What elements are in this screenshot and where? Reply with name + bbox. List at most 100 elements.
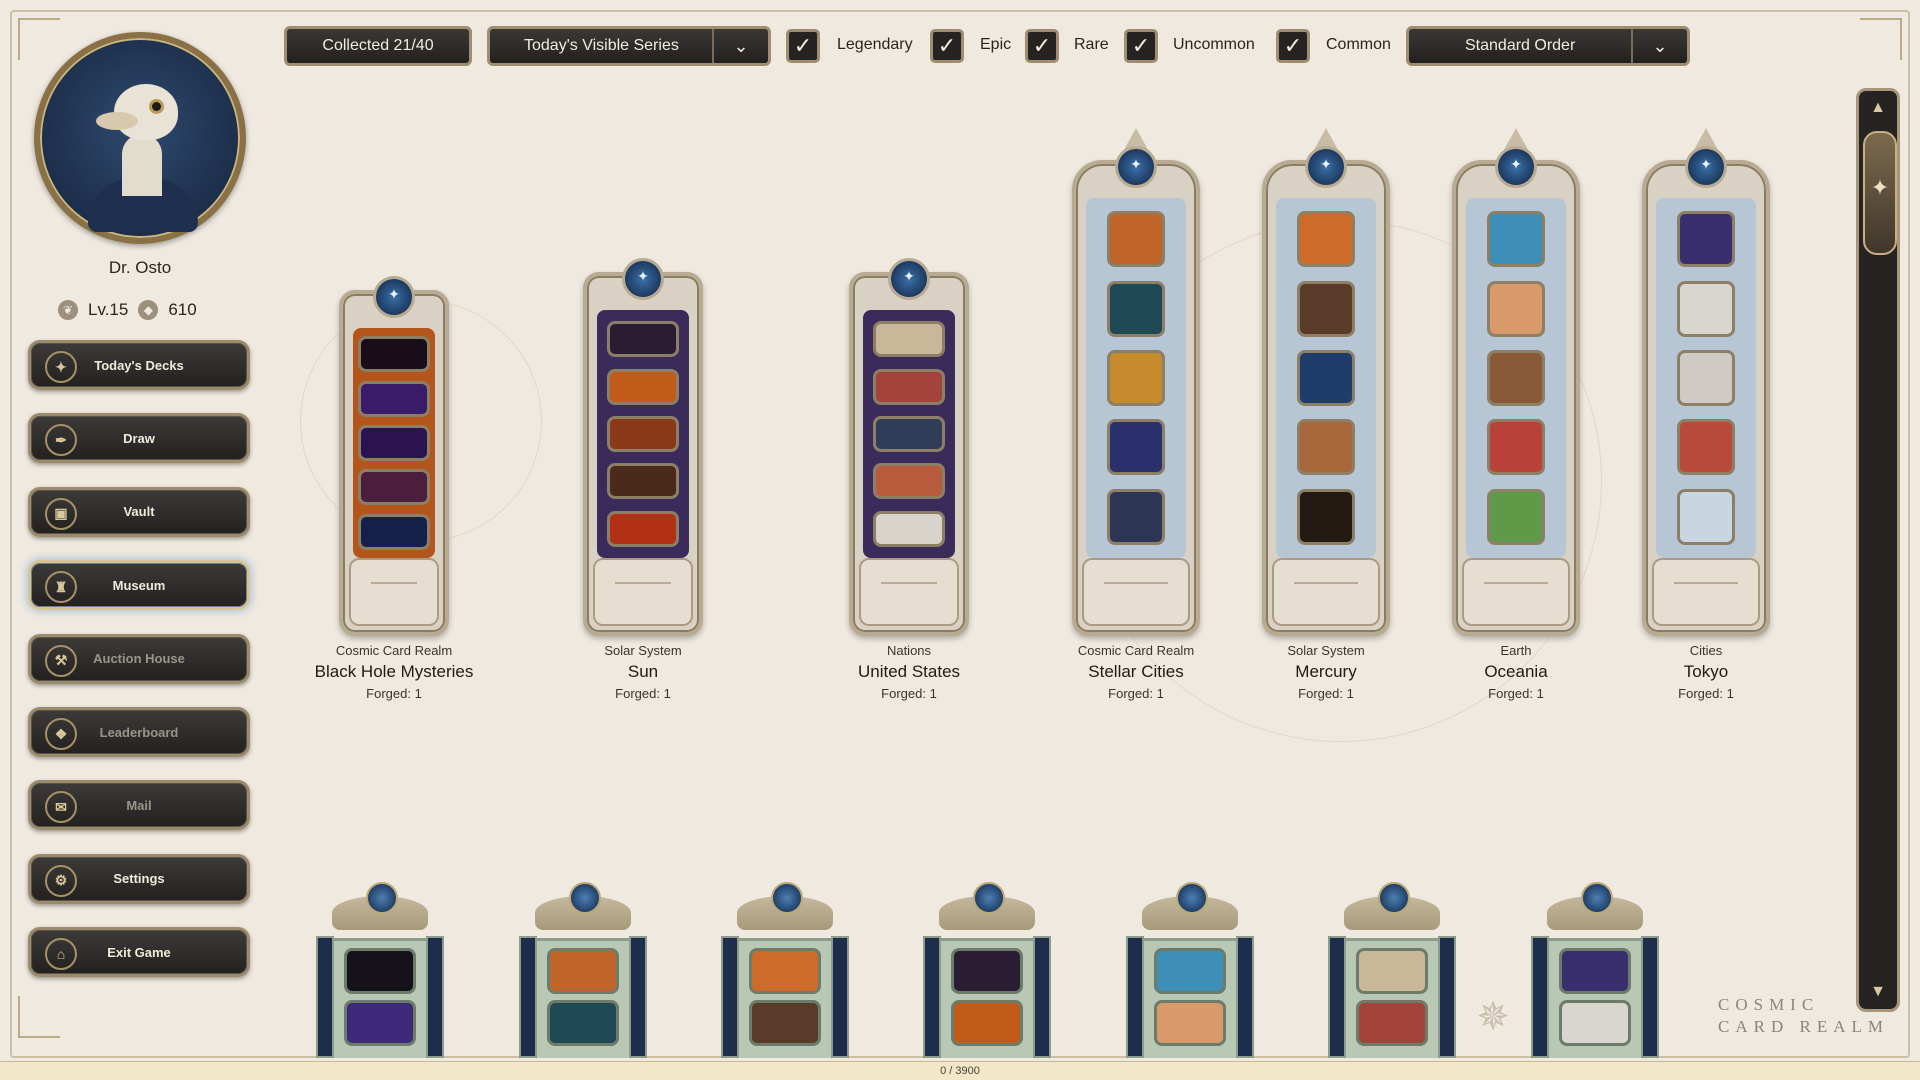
card-thumbnail[interactable] (1487, 350, 1545, 406)
card-thumbnail[interactable] (1487, 280, 1545, 337)
card-thumbnail[interactable] (1356, 1000, 1428, 1046)
deck-shrine[interactable] (1124, 878, 1256, 1058)
chevron-down-icon: ⌄ (1631, 29, 1687, 63)
card-thumbnail[interactable] (873, 510, 945, 547)
nav-button-auction-house[interactable]: ⚒ Auction House (28, 633, 250, 684)
card-thumbnail[interactable] (873, 416, 945, 452)
card-thumbnail[interactable] (1107, 211, 1165, 268)
nav-button-label: Vault (123, 504, 155, 520)
deck-shrine[interactable] (314, 878, 446, 1058)
deck-frame: ✦ (583, 258, 703, 636)
nav-button-today-s-decks[interactable]: ✦ Today's Decks (28, 340, 250, 390)
card-thumbnail[interactable] (1107, 280, 1165, 337)
card-thumbnail[interactable] (951, 1000, 1023, 1046)
deck-card[interactable]: ✦ (1072, 128, 1200, 636)
deck-card[interactable]: ✦ (849, 258, 969, 636)
player-stats: ❦ Lv.15 ◆ 610 (58, 296, 258, 324)
deck-shrine[interactable] (517, 878, 649, 1058)
deck-card[interactable]: ✦ (339, 276, 449, 636)
nav-button-settings[interactable]: ⚙ Settings (28, 853, 250, 904)
deck-card[interactable]: ✦ (1452, 128, 1580, 636)
card-thumbnail[interactable] (1297, 419, 1355, 476)
card-thumbnail[interactable] (873, 368, 945, 405)
card-thumbnail[interactable] (358, 513, 430, 550)
card-thumbnail[interactable] (1297, 211, 1355, 268)
card-thumbnail[interactable] (607, 368, 679, 405)
card-thumbnail[interactable] (344, 1000, 416, 1046)
deck-card[interactable]: ✦ (1642, 128, 1770, 636)
deck-forged: Forged: 1 (1298, 686, 1354, 701)
deck-card[interactable]: ✦ (1262, 128, 1390, 636)
card-thumbnail[interactable] (1487, 211, 1545, 268)
card-thumbnail[interactable] (1356, 948, 1428, 994)
card-thumbnail[interactable] (1559, 1000, 1631, 1046)
card-thumbnail[interactable] (607, 321, 679, 358)
card-thumbnail[interactable] (1297, 350, 1355, 406)
nav-button-vault[interactable]: ▣ Vault (28, 486, 250, 537)
card-thumbnail[interactable] (1107, 350, 1165, 406)
card-thumbnail[interactable] (358, 336, 430, 373)
vertical-scrollbar[interactable]: ▲ ✦ ▼ (1856, 88, 1900, 1012)
card-thumbnail[interactable] (1107, 419, 1165, 476)
card-thumbnail[interactable] (1154, 1000, 1226, 1046)
card-thumbnail[interactable] (344, 948, 416, 994)
nav-button-label: Today's Decks (94, 357, 184, 373)
deck-card[interactable]: ✦ (583, 258, 703, 636)
card-thumbnail[interactable] (873, 463, 945, 500)
deck-shrine[interactable] (1326, 878, 1458, 1058)
card-thumbnail[interactable] (607, 463, 679, 500)
card-thumbnail[interactable] (1487, 419, 1545, 476)
card-thumbnail[interactable] (873, 321, 945, 358)
deck-caption: Cities Tokyo Forged: 1 (1596, 643, 1816, 701)
card-thumbnail[interactable] (1677, 211, 1735, 268)
player-name: Dr. Osto (108, 258, 172, 277)
nav-button-museum[interactable]: ♜ Museum (28, 560, 250, 611)
uncommon-checkbox[interactable]: ✓ (1124, 29, 1158, 63)
card-thumbnail[interactable] (1297, 280, 1355, 337)
card-thumbnail[interactable] (547, 948, 619, 994)
envelope-icon: ✉ (45, 791, 77, 824)
compass-star-icon: ✦ (1115, 146, 1157, 188)
deck-shrine[interactable] (1529, 878, 1661, 1058)
card-thumbnail[interactable] (607, 416, 679, 452)
compass-star-icon: ✦ (1870, 175, 1890, 200)
card-thumbnail[interactable] (749, 1000, 821, 1046)
nav-button-draw[interactable]: ✒ Draw (28, 413, 250, 464)
card-thumbnail[interactable] (1559, 948, 1631, 994)
card-thumbnail[interactable] (358, 469, 430, 506)
corner-ornament (18, 18, 60, 60)
shrine-pillar (1126, 936, 1144, 1058)
shrine-pillar (316, 936, 334, 1058)
card-thumbnail[interactable] (1677, 280, 1735, 337)
deck-forged: Forged: 1 (615, 686, 671, 701)
card-thumbnail[interactable] (547, 1000, 619, 1046)
sort-order-dropdown[interactable]: Standard Order ⌄ (1406, 26, 1690, 66)
deck-shrine[interactable] (719, 878, 851, 1058)
card-thumbnail[interactable] (1677, 419, 1735, 476)
deck-forged: Forged: 1 (1488, 686, 1544, 701)
card-thumbnail[interactable] (1677, 488, 1735, 545)
card-thumbnail[interactable] (1677, 350, 1735, 406)
deck-shrine[interactable] (921, 878, 1053, 1058)
scroll-thumb[interactable]: ✦ (1863, 131, 1897, 255)
card-thumbnail[interactable] (951, 948, 1023, 994)
common-checkbox[interactable]: ✓ (1276, 29, 1310, 63)
rare-checkbox[interactable]: ✓ (1025, 29, 1059, 63)
nav-button-leaderboard[interactable]: ❖ Leaderboard (28, 707, 250, 757)
card-thumbnail[interactable] (1297, 488, 1355, 545)
card-thumbnail[interactable] (358, 425, 430, 461)
card-thumbnail[interactable] (1107, 488, 1165, 545)
nav-button-exit-game[interactable]: ⌂ Exit Game (28, 927, 250, 978)
epic-checkbox[interactable]: ✓ (930, 29, 964, 63)
scroll-up-icon[interactable]: ▲ (1867, 97, 1889, 119)
series-filter-dropdown[interactable]: Today's Visible Series ⌄ (487, 26, 771, 66)
legendary-checkbox[interactable]: ✓ (786, 29, 820, 63)
card-thumbnail[interactable] (1487, 488, 1545, 545)
avatar[interactable] (34, 32, 246, 244)
card-thumbnail[interactable] (1154, 948, 1226, 994)
card-thumbnail[interactable] (607, 510, 679, 547)
avatar-neck (122, 134, 162, 196)
card-thumbnail[interactable] (749, 948, 821, 994)
nav-button-mail[interactable]: ✉ Mail (28, 780, 250, 831)
card-thumbnail[interactable] (358, 380, 430, 417)
